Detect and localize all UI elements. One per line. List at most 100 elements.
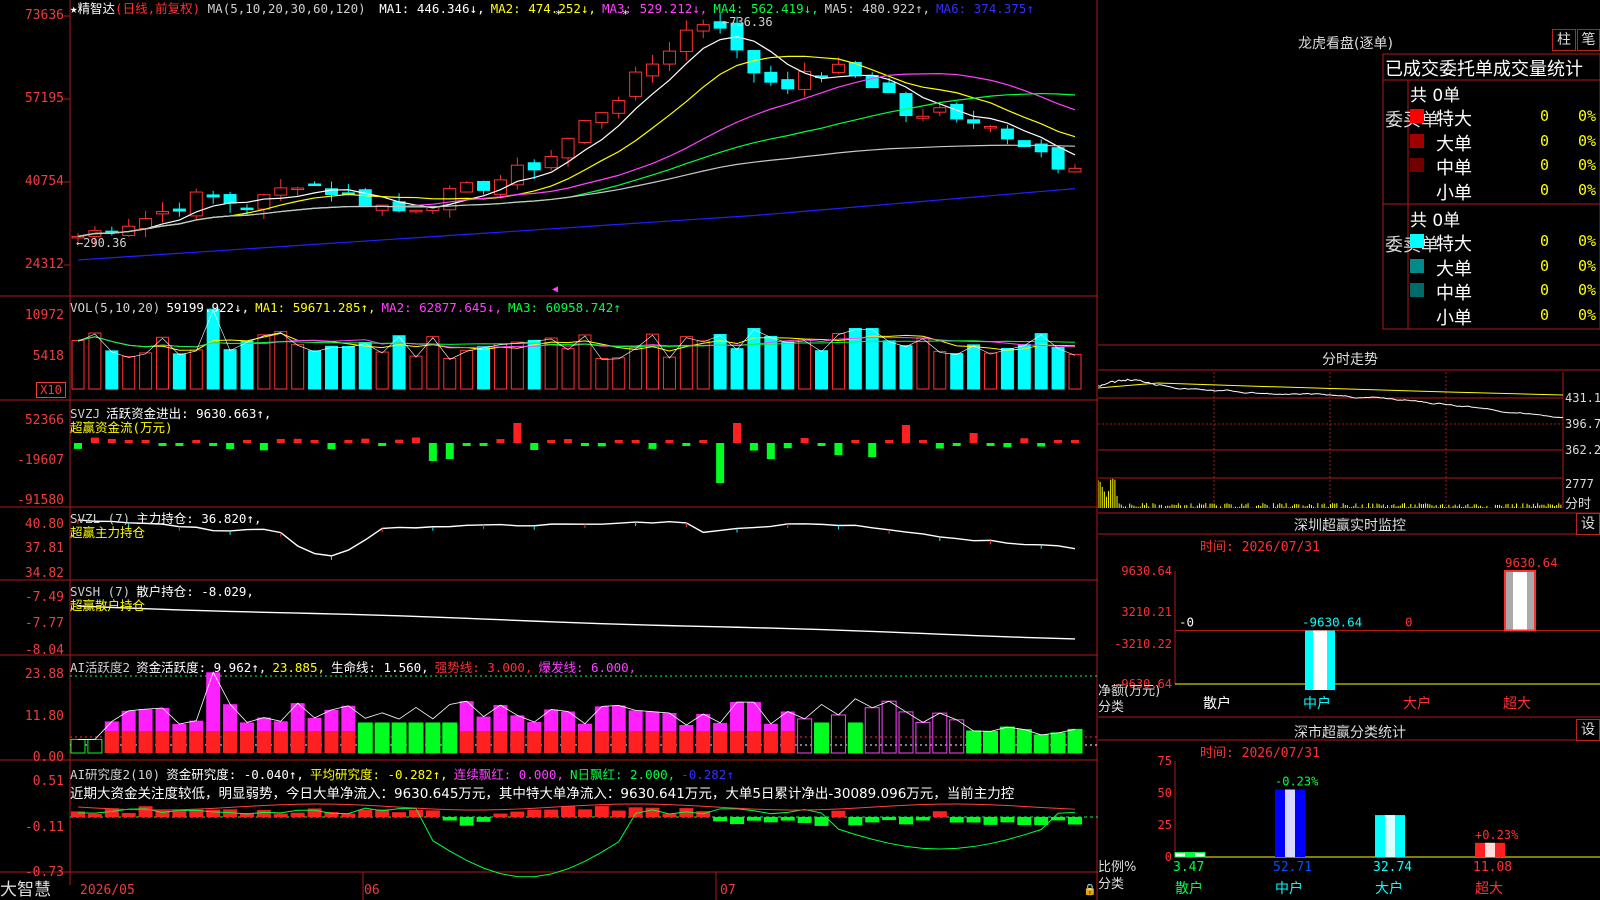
fund-flow-bar [749,443,758,451]
research-bar [797,817,812,823]
classify-category-label: 中户 [1275,880,1303,897]
volume-bar [713,333,727,390]
monitor-value-label: -9630.64 [1302,615,1362,630]
indicator-value: SVZJ [70,406,101,421]
classify-change-label: -0.23% [1275,775,1319,789]
ma-line [77,55,1076,237]
activity-bar [1067,728,1083,754]
indicator-value: AI研究度2(10) [70,767,161,782]
research-bar [408,809,423,817]
ma-line [77,92,1076,237]
activity-bar-base [662,731,677,753]
tick-mode-button[interactable]: 笔 [1577,29,1600,51]
vol-unit-button[interactable]: X10 [36,382,66,398]
y-label: 73636 [24,8,64,23]
monitor-category-label: 大户 [1403,695,1431,712]
fund-flow-bar [885,440,894,443]
favorite-star-icon[interactable]: ★ [70,1,78,16]
ma-value: MA3: 529.212↓, [601,1,708,16]
research-bar [87,813,102,817]
monitor-settings-button[interactable]: 设 [1576,513,1600,535]
volume-bar [172,353,186,390]
monitor-title: 深圳超赢实时监控 [1294,518,1406,534]
y-label: 40754 [24,174,64,189]
order-size-row: 小单 0 0% [1410,304,1600,329]
research-bar [983,817,998,825]
research-bar [899,817,914,825]
volume-bar [274,331,288,390]
y-label: 24312 [24,257,64,272]
candle [646,63,660,77]
activity-bar-base [611,731,626,753]
fund-flow-bar [952,443,961,446]
fund-flow-bar [935,443,944,449]
fund-flow-bar [851,440,860,443]
fund-flow-bar [648,443,657,449]
indicator-value: 爆发线: 6.000, [538,660,637,675]
volume-bar [561,348,575,390]
activity-bar [949,719,965,754]
indicator-value: -0.282↑ [681,767,734,782]
research-bar [527,809,542,817]
activity-bar-base [155,731,170,753]
volume-bar [798,339,812,390]
research-bar [138,806,153,817]
lhb-stats-title: 已成交委托单成交量统计 [1385,59,1583,80]
research-bar [949,817,964,823]
research-bar [594,806,609,817]
candle [662,50,676,65]
order-size-name: 中单 [1436,158,1472,179]
monitor-bar-highlight [1313,630,1327,690]
lock-icon[interactable]: 🔒 [1083,883,1097,896]
volume-bar [815,350,829,390]
brand-logo[interactable]: 大智慧 [0,881,51,899]
lhb-title: 龙虎看盘(逐单) [1298,36,1393,52]
candle [561,137,575,159]
indicator-value: SVZL (7) [70,511,131,526]
order-count: 0 [1540,256,1550,275]
intraday-title: 分时走势 [1322,352,1378,368]
activity-bar-base [189,731,204,753]
classify-settings-button[interactable]: 设 [1576,719,1600,741]
candle [172,208,186,212]
research-bar [932,811,947,817]
research-bar [1000,817,1015,823]
volume-bar [1068,353,1082,390]
chart-period[interactable]: (日线,前复权) [115,1,200,16]
indicator-charts[interactable]: * *◀ [0,0,1098,900]
candle [595,112,609,124]
activity-bar-base [763,731,778,753]
color-swatch [1410,258,1424,273]
candle [544,155,558,169]
candle [206,194,220,198]
research-bar [577,809,592,817]
classify-category-label: 超大 [1475,881,1503,897]
order-percent: 0% [1578,180,1597,199]
candle [223,194,237,204]
order-percent: 0% [1578,107,1597,125]
activity-bar [408,722,424,754]
research-bar [510,811,525,817]
color-swatch [1410,158,1424,172]
activity-bar-base [628,731,643,753]
monitor-y-label: -3210.22 [1114,637,1172,651]
indicator-value: 平均研究度: -0.282↑, [309,767,448,782]
volume-bar [646,333,660,390]
candle [831,63,845,74]
app-window: * * ◀ ★精智达(日线,前复权) MA(5,10,20,30,60,120) M… [0,0,1600,900]
order-percent: 0% [1578,256,1597,275]
bar-mode-button[interactable]: 柱 [1552,29,1576,51]
high-price-annotation: ←736.36 [722,15,773,29]
candle [1000,128,1014,140]
ai-research-header: AI研究度2(10) 资金研究度: -0.040↑, 平均研究度: -0.282↑,… [70,767,740,783]
fund-flow-bar [107,438,116,443]
classify-y-label: 0 [1165,850,1172,864]
activity-bar [357,722,373,754]
research-bar [256,810,271,817]
activity-bar-base [459,731,474,753]
monitor-y-label: 3210.21 [1121,605,1172,619]
volume-bar [392,335,406,390]
fund-flow-bar [259,443,268,451]
volume-bar [984,352,998,390]
date-axis-label: 2026/05 [80,883,135,898]
